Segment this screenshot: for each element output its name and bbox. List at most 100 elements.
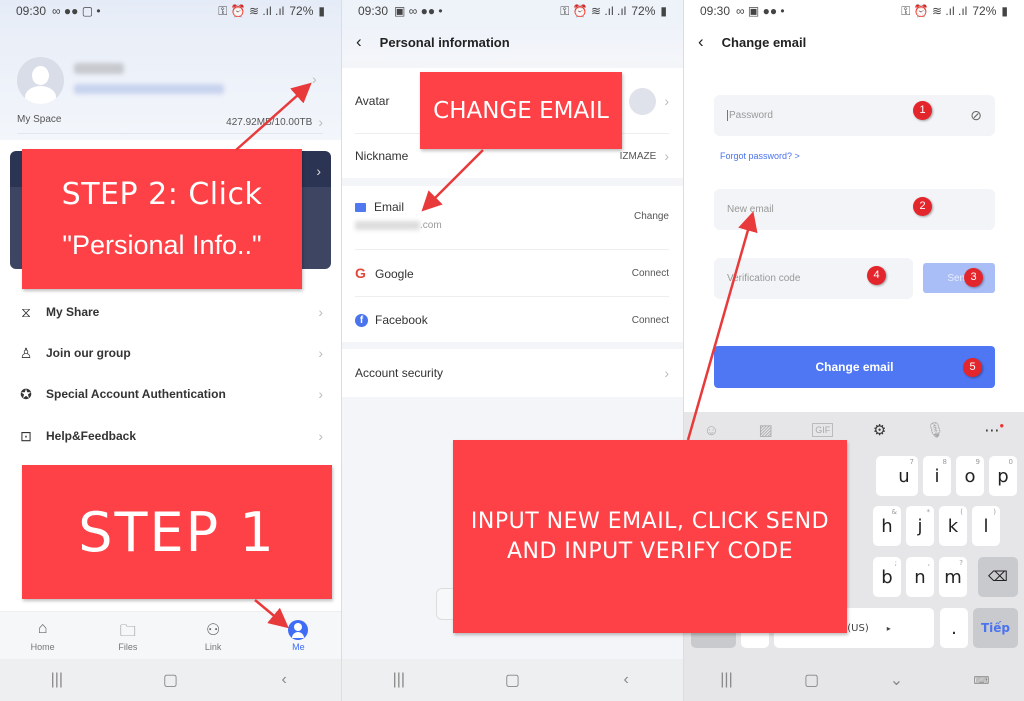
key-l[interactable]: ) l xyxy=(972,506,1000,546)
back-arrow-icon[interactable]: ‹ xyxy=(698,32,704,52)
step-badge-5: 5 xyxy=(963,358,982,377)
tab-home[interactable]: ⌂ Home xyxy=(13,620,73,652)
change-email-button[interactable]: Change xyxy=(634,211,669,222)
battery-level: 72% xyxy=(631,4,656,18)
home-button[interactable]: ▢ xyxy=(792,670,832,690)
verified-badge-icon: ✪ xyxy=(20,385,32,402)
settings-gear-icon[interactable]: ⚙ xyxy=(873,421,886,439)
battery-level: 72% xyxy=(289,4,314,18)
backspace-icon: ⌫ xyxy=(988,569,1008,585)
key-n[interactable]: ,n xyxy=(906,557,934,597)
recent-apps-button[interactable]: ||| xyxy=(379,671,419,689)
gif-icon[interactable]: GIF xyxy=(812,423,834,437)
hide-keyboard-button[interactable]: ⌄ xyxy=(877,670,917,690)
microphone-icon[interactable]: 🎙 xyxy=(926,421,945,439)
link-icon: ⚇ xyxy=(205,621,221,639)
new-email-input[interactable]: New email xyxy=(714,189,995,230)
home-button[interactable]: ▢ xyxy=(150,670,190,690)
my-space-row[interactable]: My Space 427.92MB/10.00TB › xyxy=(17,114,323,130)
forgot-password-link[interactable]: Forgot password? > xyxy=(720,151,800,161)
battery-icon: ▮ xyxy=(660,4,667,18)
recent-apps-button[interactable]: ||| xyxy=(707,671,747,689)
key-j[interactable]: * j xyxy=(906,506,934,546)
more-icon[interactable]: ⋯● xyxy=(984,421,1004,439)
back-button[interactable]: ‹ xyxy=(264,671,304,689)
security-card: Account security › xyxy=(342,349,683,397)
google-icon: G xyxy=(355,265,366,281)
step-badge-3: 3 xyxy=(964,268,983,287)
sticker-icon[interactable]: ▨ xyxy=(759,421,773,439)
key-h[interactable]: & h xyxy=(873,506,901,546)
enter-key[interactable]: Tiếp xyxy=(973,608,1018,648)
menu-item-join-group[interactable]: ♙ Join our group › xyxy=(16,341,323,365)
nickname-label: Nickname xyxy=(355,149,409,163)
divider xyxy=(355,296,669,297)
tab-link[interactable]: ⚇ Link xyxy=(183,620,243,652)
email-row[interactable]: Email .com Change xyxy=(355,200,669,234)
menu-item-my-share[interactable]: ⧖ My Share › xyxy=(16,300,323,324)
tab-me[interactable]: Me xyxy=(268,619,328,652)
keyboard-switch-icon[interactable]: ⌨ xyxy=(962,674,1002,687)
back-arrow-icon[interactable]: ‹ xyxy=(356,32,362,52)
key-m[interactable]: ? m xyxy=(939,557,967,597)
recent-apps-button[interactable]: ||| xyxy=(37,671,77,689)
avatar[interactable] xyxy=(17,57,64,104)
email-value: .com xyxy=(420,220,442,231)
battery-icon: ▮ xyxy=(1001,4,1008,18)
change-email-submit-button[interactable]: Change email xyxy=(714,346,995,388)
bottom-tab-bar: ⌂ Home 🗀 Files ⚇ Link Me xyxy=(0,611,341,659)
back-button[interactable]: ‹ xyxy=(606,671,646,689)
chevron-right-icon: › xyxy=(318,345,323,361)
key-b[interactable]: ; b xyxy=(873,557,901,597)
backspace-key[interactable]: ⌫ xyxy=(978,557,1018,597)
status-time: 09:30 xyxy=(700,4,731,18)
chevron-right-icon: › xyxy=(318,428,323,444)
accounts-card: Email .com Change G Google Connect f Faceb… xyxy=(342,186,683,342)
facebook-row[interactable]: f Facebook Connect xyxy=(355,310,669,330)
battery-icon: ▮ xyxy=(318,4,325,18)
key-u[interactable]: 7u xyxy=(890,456,918,496)
emoji-icon[interactable]: ☺ xyxy=(704,422,719,439)
facebook-connect-button[interactable]: Connect xyxy=(632,315,669,326)
callout-step-2: STEP 2: Click "Persional Info.." xyxy=(22,149,302,289)
facebook-label: Facebook xyxy=(375,312,428,327)
status-bar: 09:30 ∞ ▣ ●● • ⚿ ⏰ ≋ .ıl .ıl 72% ▮ xyxy=(684,0,1024,22)
key-p[interactable]: 0p xyxy=(989,456,1017,496)
header: ‹ Change email xyxy=(684,22,1024,62)
battery-level: 72% xyxy=(972,4,997,18)
chevron-right-icon: › xyxy=(664,93,669,109)
home-button[interactable]: ▢ xyxy=(492,670,532,690)
signal-icons: ⚿ ⏰ ≋ .ıl .ıl xyxy=(901,3,968,18)
profile-chevron-icon[interactable]: › xyxy=(312,71,317,87)
google-connect-button[interactable]: Connect xyxy=(632,268,669,279)
password-placeholder: Password xyxy=(727,110,773,121)
key-k[interactable]: (k xyxy=(939,506,967,546)
avatar-label: Avatar xyxy=(355,94,390,108)
mail-icon xyxy=(355,203,366,213)
signal-icons: ⚿ ⏰ ≋ .ıl .ıl xyxy=(218,3,285,18)
callout-change-email: CHANGE EMAIL xyxy=(420,72,622,149)
system-nav-bar: ||| ▢ ⌄ ⌨ xyxy=(684,659,1024,701)
key-i[interactable]: 8i xyxy=(923,456,951,496)
key-o[interactable]: 9o xyxy=(956,456,984,496)
google-row[interactable]: G Google Connect xyxy=(355,263,669,283)
status-time: 09:30 xyxy=(358,4,389,18)
menu-item-help-feedback[interactable]: ⊡ Help&Feedback › xyxy=(16,424,323,448)
nickname-row[interactable]: Nickname IZMAZE › xyxy=(355,146,669,166)
account-security-row[interactable]: Account security › xyxy=(355,363,669,383)
password-input[interactable]: Password ⊘ xyxy=(714,95,995,136)
share-icon: ⧖ xyxy=(21,303,31,320)
tab-files[interactable]: 🗀 Files xyxy=(98,620,158,652)
key-period[interactable]: . xyxy=(940,608,968,648)
send-code-button[interactable]: Send xyxy=(923,263,995,293)
eye-off-icon[interactable]: ⊘ xyxy=(970,107,982,124)
nickname-value: IZMAZE xyxy=(619,150,657,162)
menu-item-special-auth[interactable]: ✪ Special Account Authentication › xyxy=(16,382,323,406)
cursor-right-icon: ▸ xyxy=(886,623,891,633)
account-security-label: Account security xyxy=(355,366,444,380)
chevron-right-icon: › xyxy=(664,148,669,164)
email-label: Email xyxy=(374,200,405,214)
page-title: Personal information xyxy=(379,34,510,50)
step-badge-4: 4 xyxy=(867,266,886,285)
chevron-right-icon: › xyxy=(318,114,323,130)
